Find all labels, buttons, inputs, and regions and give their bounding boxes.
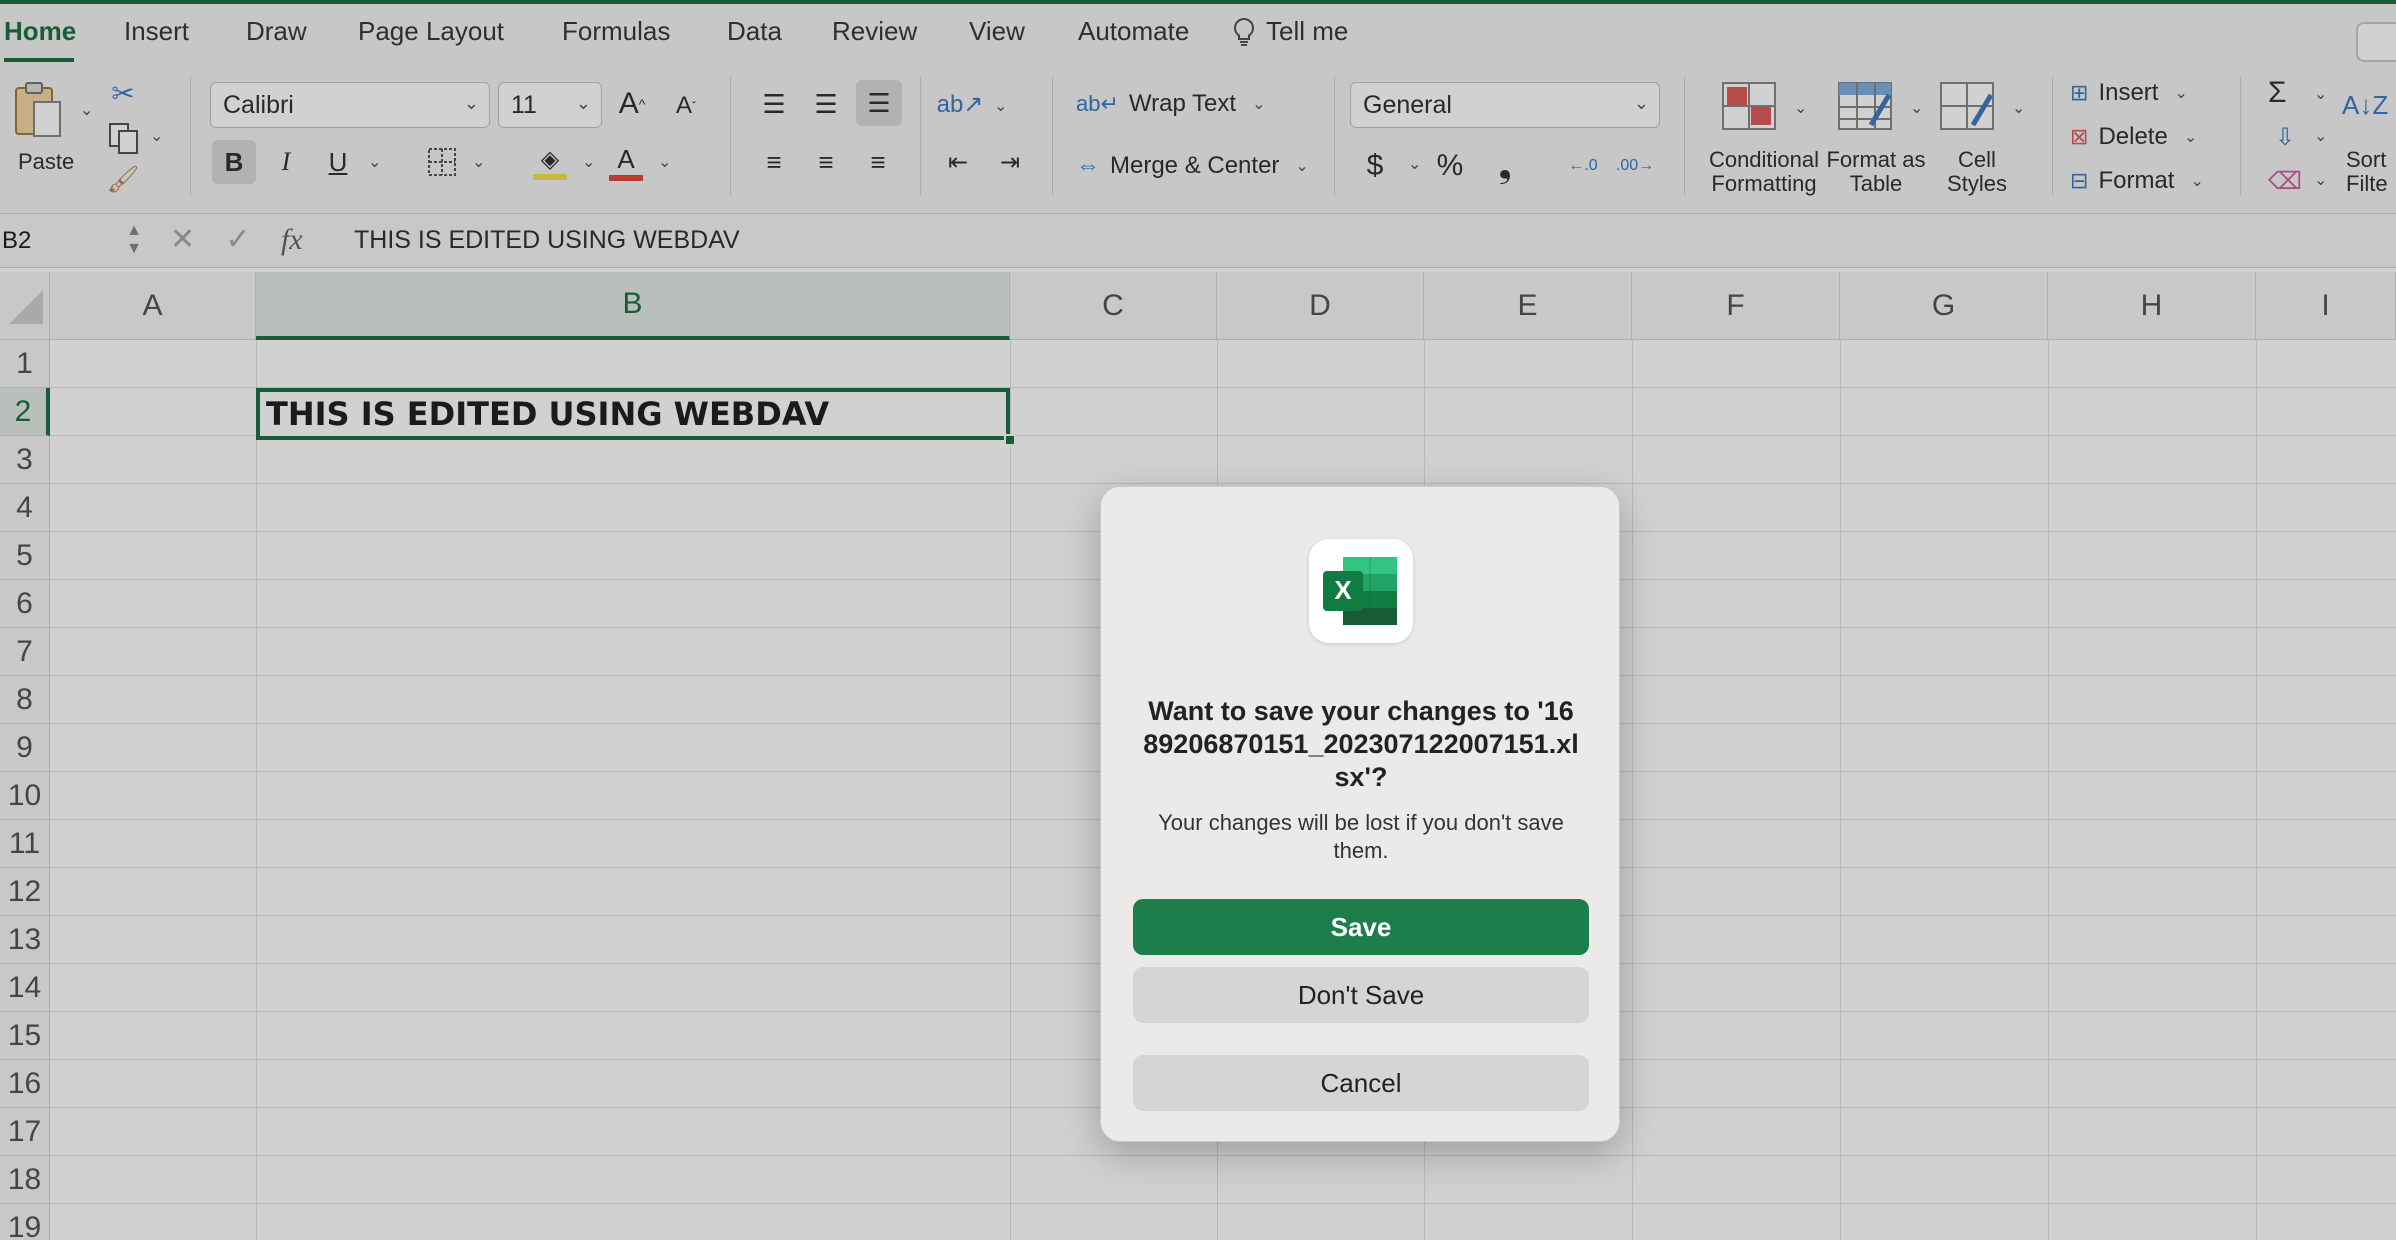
save-button[interactable]: Save xyxy=(1133,899,1589,955)
excel-app-icon: X xyxy=(1309,539,1413,643)
save-changes-dialog: X Want to save your changes to '16892068… xyxy=(1100,486,1620,1142)
svg-text:X: X xyxy=(1334,575,1352,605)
excel-window: Home Insert Draw Page Layout Formulas Da… xyxy=(0,0,2396,1240)
dont-save-button[interactable]: Don't Save xyxy=(1133,967,1589,1023)
dialog-title: Want to save your changes to '1689206870… xyxy=(1143,696,1579,792)
cancel-button[interactable]: Cancel xyxy=(1133,1055,1589,1111)
dialog-message: Your changes will be lost if you don't s… xyxy=(1158,810,1564,863)
